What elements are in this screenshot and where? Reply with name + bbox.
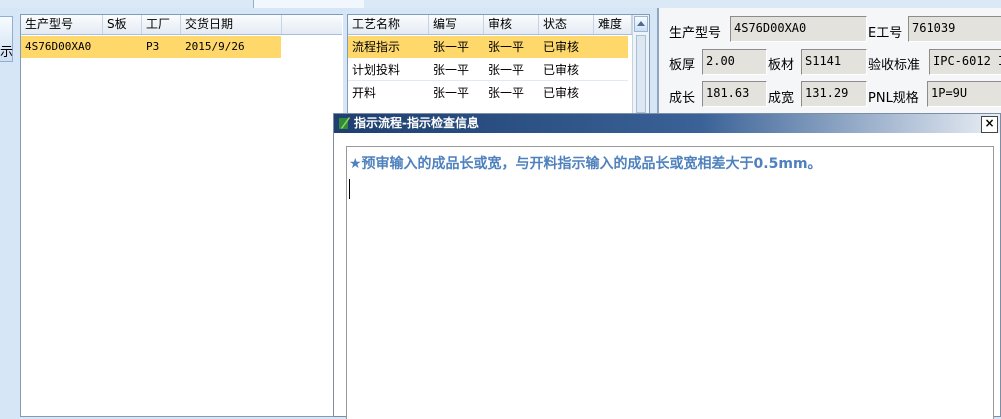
dialog-title: 指示流程-指示检查信息 bbox=[354, 116, 479, 130]
thickness-label: 板厚 bbox=[669, 58, 696, 73]
cell-factory: P3 bbox=[146, 40, 160, 53]
pnl-label: PNL规格 bbox=[868, 91, 919, 106]
width-field[interactable]: 131.29 bbox=[801, 81, 867, 107]
scroll-up-button[interactable] bbox=[634, 16, 648, 32]
col-header-delivery-date[interactable]: 交货日期 bbox=[181, 15, 282, 34]
scroll-thumb[interactable] bbox=[636, 35, 646, 113]
top-toolbar-strip bbox=[0, 0, 1001, 8]
width-label: 成宽 bbox=[768, 91, 795, 106]
col-header-difficulty[interactable]: 难度 bbox=[594, 15, 632, 34]
cell-delivery-date: 2015/9/26 bbox=[185, 40, 245, 53]
close-button[interactable]: × bbox=[981, 116, 998, 133]
triangle-up-icon bbox=[637, 21, 645, 26]
length-field[interactable]: 181.63 bbox=[702, 81, 767, 107]
cell-author: 张一平 bbox=[433, 40, 470, 54]
model-label: 生产型号 bbox=[669, 26, 722, 41]
cell-difficulty bbox=[594, 82, 598, 104]
col-header-model[interactable]: 生产型号 bbox=[21, 15, 103, 34]
pnl-field[interactable]: 1P=9U bbox=[927, 81, 1001, 107]
cell-author: 张一平 bbox=[433, 86, 470, 100]
cell-status: 已审核 bbox=[543, 40, 580, 54]
check-info-dialog: 指示流程-指示检查信息 × ★预审输入的成品长或宽，与开料指示输入的成品长或宽相… bbox=[333, 113, 1001, 419]
model-field[interactable]: 4S76D00XA0 bbox=[730, 16, 867, 42]
side-tab-label: 示 bbox=[0, 45, 14, 60]
vertical-scrollbar[interactable] bbox=[632, 15, 649, 113]
cell-author: 张一平 bbox=[433, 63, 470, 77]
material-field[interactable]: S1141 bbox=[801, 49, 867, 75]
cell-process-name: 流程指示 bbox=[352, 40, 401, 54]
cell-reviewer: 张一平 bbox=[488, 86, 525, 100]
cell-difficulty bbox=[594, 59, 598, 81]
col-header-s-board[interactable]: S板 bbox=[103, 15, 142, 34]
check-message: ★预审输入的成品长或宽，与开料指示输入的成品长或宽相差大于0.5mm。 bbox=[349, 156, 822, 172]
e-no-field[interactable]: 761039 bbox=[908, 16, 1001, 42]
side-tab-button[interactable]: 示 bbox=[0, 16, 13, 62]
col-header-author[interactable]: 编写 bbox=[429, 15, 484, 34]
table-row[interactable]: 4S76D00XA0 P3 2015/9/26 bbox=[21, 36, 281, 58]
cell-s-board bbox=[103, 36, 107, 58]
e-no-label: E工号 bbox=[868, 26, 903, 41]
toolbar-input-field[interactable] bbox=[253, 0, 364, 8]
green-app-icon bbox=[339, 117, 350, 129]
cell-difficulty bbox=[594, 36, 598, 58]
col-header-process-name[interactable]: 工艺名称 bbox=[348, 15, 429, 34]
cell-process-name: 开料 bbox=[352, 86, 377, 100]
material-label: 板材 bbox=[768, 58, 795, 73]
thickness-field[interactable]: 2.00 bbox=[702, 49, 767, 75]
table-row[interactable]: 流程指示 张一平 张一平 已审核 bbox=[348, 36, 628, 58]
cell-process-name: 计划投料 bbox=[352, 63, 401, 77]
cell-reviewer: 张一平 bbox=[488, 40, 525, 54]
table-row[interactable]: 开料 张一平 张一平 已审核 bbox=[348, 82, 628, 104]
process-grid-header: 工艺名称 编写 审核 状态 难度 bbox=[348, 15, 632, 35]
standard-field[interactable]: IPC-6012 I bbox=[929, 49, 1001, 75]
order-grid: 生产型号 S板 工厂 交货日期 4S76D00XA0 P3 2015/9/26 bbox=[20, 14, 343, 417]
dialog-title-bar[interactable]: 指示流程-指示检查信息 × bbox=[334, 114, 1000, 133]
order-grid-header: 生产型号 S板 工厂 交货日期 bbox=[21, 15, 342, 35]
cell-model: 4S76D00XA0 bbox=[25, 40, 92, 53]
cell-status: 已审核 bbox=[543, 63, 580, 77]
cell-reviewer: 张一平 bbox=[488, 63, 525, 77]
col-header-status[interactable]: 状态 bbox=[539, 15, 594, 34]
standard-label: 验收标准 bbox=[868, 58, 921, 73]
cell-status: 已审核 bbox=[543, 86, 580, 100]
col-header-reviewer[interactable]: 审核 bbox=[484, 15, 539, 34]
process-grid: 工艺名称 编写 审核 状态 难度 流程指示 张一平 张一平 已审核 计划投料 张… bbox=[347, 14, 650, 114]
message-textarea[interactable]: ★预审输入的成品长或宽，与开料指示输入的成品长或宽相差大于0.5mm。 bbox=[346, 146, 994, 419]
length-label: 成长 bbox=[669, 91, 696, 106]
col-header-factory[interactable]: 工厂 bbox=[142, 15, 181, 34]
table-row[interactable]: 计划投料 张一平 张一平 已审核 bbox=[348, 59, 628, 81]
text-cursor bbox=[349, 179, 350, 199]
